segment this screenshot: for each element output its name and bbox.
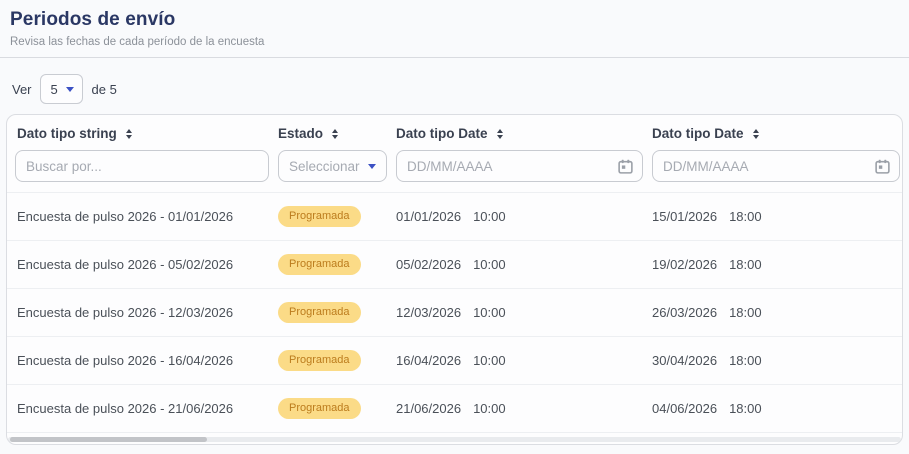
table-row: Encuesta de pulso 2026 - 01/01/2026 Prog… bbox=[7, 193, 902, 241]
page-size-label: Ver bbox=[12, 82, 32, 97]
end-date: 30/04/2026 bbox=[652, 353, 717, 368]
table-header-row: Dato tipo string Estado Dato tipo Date D… bbox=[7, 115, 902, 148]
table-filter-row: Seleccionar bbox=[7, 148, 902, 193]
cell-name: Encuesta de pulso 2026 - 16/04/2026 bbox=[7, 353, 275, 368]
status-badge: Programada bbox=[278, 398, 361, 419]
column-header-label: Dato tipo Date bbox=[396, 126, 488, 141]
end-time: 18:00 bbox=[729, 401, 762, 416]
status-badge: Programada bbox=[278, 254, 361, 275]
column-header-date-end[interactable]: Dato tipo Date bbox=[649, 126, 902, 141]
end-time: 18:00 bbox=[729, 305, 762, 320]
column-header-label: Dato tipo Date bbox=[652, 126, 744, 141]
cell-start-datetime: 16/04/2026 10:00 bbox=[393, 353, 649, 368]
search-input[interactable] bbox=[15, 150, 269, 182]
column-header-string[interactable]: Dato tipo string bbox=[7, 126, 275, 141]
table-row: Encuesta de pulso 2026 - 05/02/2026 Prog… bbox=[7, 241, 902, 289]
table-row: Encuesta de pulso 2026 - 16/04/2026 Prog… bbox=[7, 337, 902, 385]
start-date: 12/03/2026 bbox=[396, 305, 461, 320]
cell-name: Encuesta de pulso 2026 - 21/06/2026 bbox=[7, 401, 275, 416]
header-divider bbox=[0, 57, 909, 58]
cell-name: Encuesta de pulso 2026 - 12/03/2026 bbox=[7, 305, 275, 320]
start-time: 10:00 bbox=[473, 209, 506, 224]
start-time: 10:00 bbox=[473, 353, 506, 368]
start-time: 10:00 bbox=[473, 305, 506, 320]
start-date: 16/04/2026 bbox=[396, 353, 461, 368]
cell-start-datetime: 05/02/2026 10:00 bbox=[393, 257, 649, 272]
status-select-placeholder: Seleccionar bbox=[289, 159, 360, 174]
date-filter-end-input[interactable] bbox=[653, 159, 874, 174]
sort-arrows-icon[interactable] bbox=[332, 129, 338, 139]
table-row: Encuesta de pulso 2026 - 12/03/2026 Prog… bbox=[7, 289, 902, 337]
calendar-icon[interactable] bbox=[874, 158, 891, 175]
end-time: 18:00 bbox=[729, 209, 762, 224]
chevron-down-icon bbox=[66, 87, 74, 92]
status-badge: Programada bbox=[278, 350, 361, 371]
page-size-select[interactable]: 5 bbox=[40, 74, 83, 104]
calendar-icon[interactable] bbox=[617, 158, 634, 175]
status-badge: Programada bbox=[278, 206, 361, 227]
start-time: 10:00 bbox=[473, 401, 506, 416]
cell-end-datetime: 30/04/2026 18:00 bbox=[649, 353, 902, 368]
column-header-label: Estado bbox=[278, 126, 323, 141]
sort-arrows-icon[interactable] bbox=[753, 129, 759, 139]
page-title: Periodos de envío bbox=[10, 9, 897, 31]
status-select[interactable]: Seleccionar bbox=[278, 150, 387, 182]
page-subtitle: Revisa las fechas de cada período de la … bbox=[10, 36, 897, 48]
sort-arrows-icon[interactable] bbox=[497, 129, 503, 139]
cell-start-datetime: 01/01/2026 10:00 bbox=[393, 209, 649, 224]
end-date: 19/02/2026 bbox=[652, 257, 717, 272]
cell-name: Encuesta de pulso 2026 - 05/02/2026 bbox=[7, 257, 275, 272]
total-count-label: de 5 bbox=[92, 82, 117, 97]
start-date: 05/02/2026 bbox=[396, 257, 461, 272]
status-badge: Programada bbox=[278, 302, 361, 323]
cell-end-datetime: 26/03/2026 18:00 bbox=[649, 305, 902, 320]
end-date: 26/03/2026 bbox=[652, 305, 717, 320]
sort-arrows-icon[interactable] bbox=[126, 129, 132, 139]
table-row: Encuesta de pulso 2026 - 21/06/2026 Prog… bbox=[7, 385, 902, 433]
start-date: 01/01/2026 bbox=[396, 209, 461, 224]
date-filter-end[interactable] bbox=[652, 150, 900, 182]
cell-end-datetime: 15/01/2026 18:00 bbox=[649, 209, 902, 224]
column-header-estado[interactable]: Estado bbox=[275, 126, 393, 141]
column-header-label: Dato tipo string bbox=[17, 126, 117, 141]
cell-start-datetime: 21/06/2026 10:00 bbox=[393, 401, 649, 416]
column-header-date-start[interactable]: Dato tipo Date bbox=[393, 126, 649, 141]
page-header: Periodos de envío Revisa las fechas de c… bbox=[0, 0, 909, 48]
cell-end-datetime: 19/02/2026 18:00 bbox=[649, 257, 902, 272]
date-filter-start[interactable] bbox=[396, 150, 643, 182]
page-size-control: Ver 5 de 5 bbox=[12, 74, 909, 104]
cell-name: Encuesta de pulso 2026 - 01/01/2026 bbox=[7, 209, 275, 224]
start-date: 21/06/2026 bbox=[396, 401, 461, 416]
end-time: 18:00 bbox=[729, 353, 762, 368]
page-size-value: 5 bbox=[51, 82, 58, 97]
cell-start-datetime: 12/03/2026 10:00 bbox=[393, 305, 649, 320]
scrollbar-thumb[interactable] bbox=[10, 437, 207, 442]
cell-end-datetime: 04/06/2026 18:00 bbox=[649, 401, 902, 416]
date-filter-start-input[interactable] bbox=[397, 159, 617, 174]
start-time: 10:00 bbox=[473, 257, 506, 272]
end-time: 18:00 bbox=[729, 257, 762, 272]
end-date: 04/06/2026 bbox=[652, 401, 717, 416]
horizontal-scrollbar[interactable] bbox=[8, 437, 901, 442]
periods-table: Dato tipo string Estado Dato tipo Date D… bbox=[6, 114, 903, 445]
chevron-down-icon bbox=[368, 164, 376, 169]
end-date: 15/01/2026 bbox=[652, 209, 717, 224]
